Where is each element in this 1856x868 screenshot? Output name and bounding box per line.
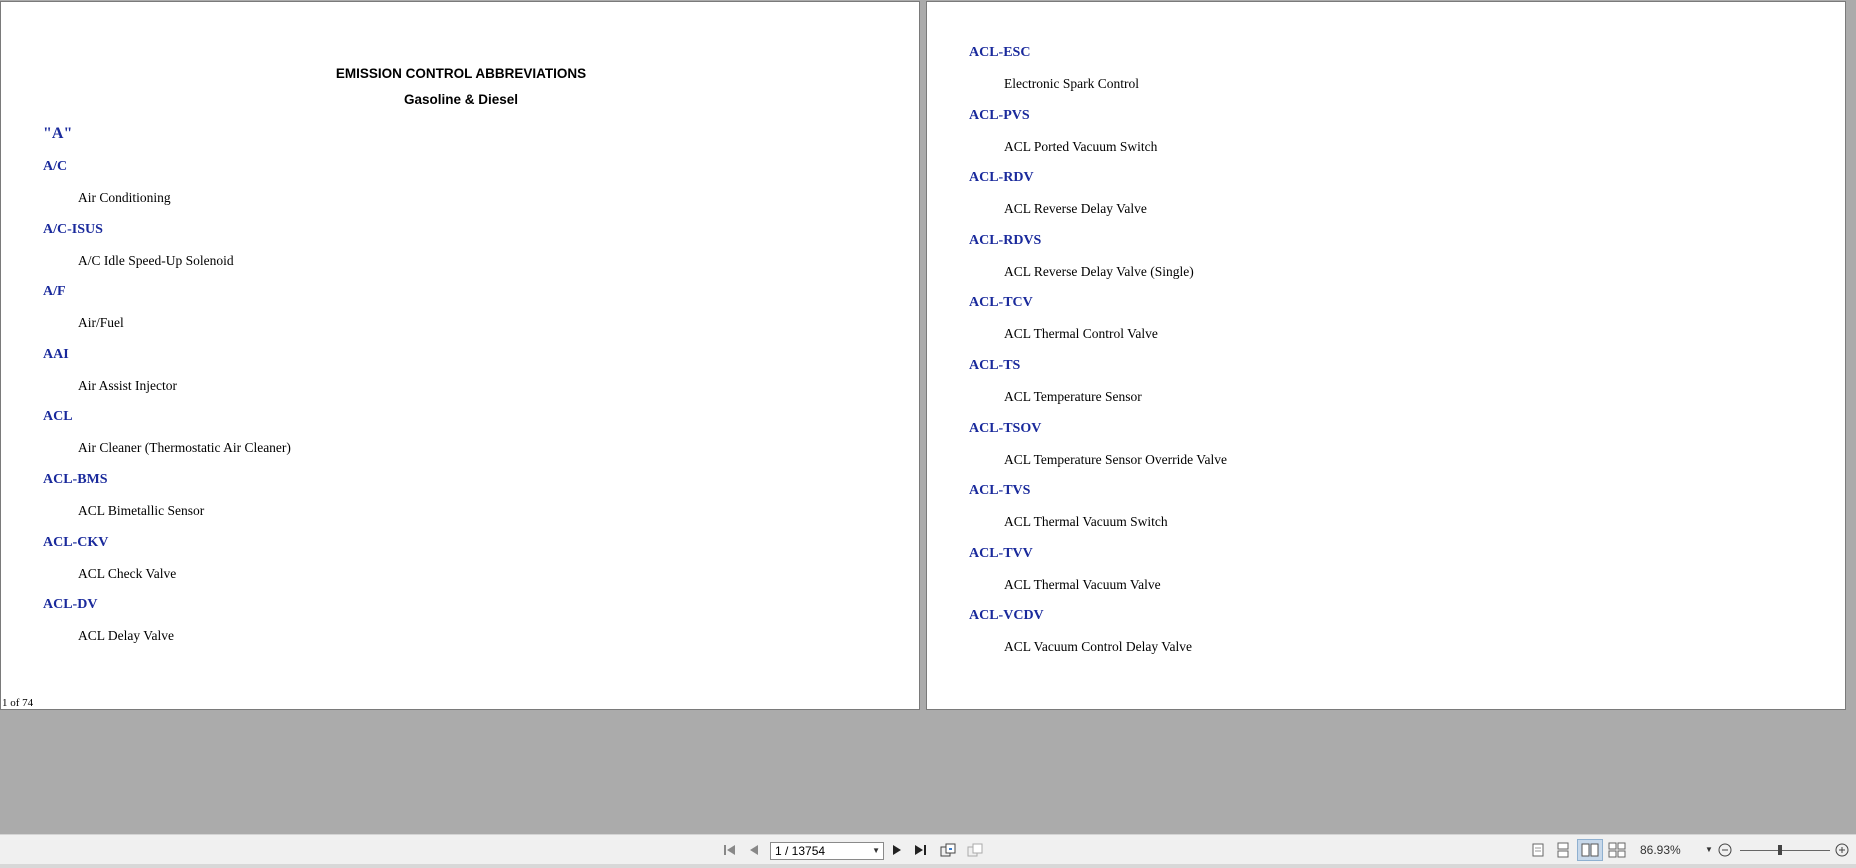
document-viewer[interactable]: EMISSION CONTROL ABBREVIATIONS Gasoline … (0, 0, 1856, 834)
abbreviation-definition: Air Cleaner (Thermostatic Air Cleaner) (78, 440, 291, 456)
navigation-toolbar: 1 / 13754 ▼ 86.93% ▼ (0, 834, 1856, 865)
abbreviation-definition: ACL Ported Vacuum Switch (1004, 138, 1158, 154)
abbreviation-definition: ACL Check Valve (78, 565, 177, 581)
previous-page-icon[interactable] (744, 835, 764, 865)
page-right: ACL-ESC Electronic Spark Control ACL-PVS AC… (926, 1, 1846, 710)
abbreviation-definition: Electronic Spark Control (1004, 76, 1139, 91)
abbreviation-term: ACL-PVS (969, 107, 1030, 123)
single-page-icon[interactable] (1527, 835, 1549, 865)
abbreviation-term: ACL-VCDV (969, 608, 1044, 624)
document-subtitle: Gasoline & Diesel (403, 92, 519, 107)
zoom-dropdown-icon[interactable]: ▼ (1705, 835, 1713, 865)
abbreviation-definition: ACL Vacuum Control Delay Valve (1004, 639, 1192, 655)
abbreviation-definition: ACL Reverse Delay Valve (1004, 201, 1147, 217)
page-indicator: 1 / 13754 (775, 844, 826, 858)
abbreviation-definition: ACL Thermal Control Valve (1004, 326, 1158, 342)
previous-view-icon[interactable] (937, 835, 959, 865)
abbreviation-term: ACL-RDVS (969, 232, 1042, 248)
facing-icon[interactable] (1577, 839, 1603, 861)
abbreviation-term: ACL-RDV (969, 170, 1034, 186)
abbreviation-term: ACL-ESC (969, 45, 1031, 60)
next-view-icon[interactable] (964, 835, 986, 865)
last-page-icon[interactable] (911, 835, 931, 865)
abbreviation-definition: ACL Delay Valve (78, 628, 174, 644)
abbreviation-term: ACL-TCV (969, 295, 1033, 311)
abbreviation-term: AAI (43, 346, 69, 362)
abbreviation-term: ACL-TVV (969, 545, 1033, 561)
abbreviation-term: ACL-TSOV (969, 420, 1042, 436)
page-number-input[interactable]: 1 / 13754 ▼ (770, 842, 884, 860)
zoom-slider-track[interactable] (1740, 850, 1830, 851)
abbreviation-definition: ACL Temperature Sensor Override Valve (1004, 451, 1227, 467)
abbreviation-term: ACL-TS (969, 358, 1021, 373)
page-footer: 1 of 74 (2, 697, 34, 709)
abbreviation-term: A/F (43, 284, 66, 300)
abbreviation-definition: ACL Bimetallic Sensor (78, 503, 205, 518)
window-bottom-edge (0, 864, 1856, 868)
abbreviation-term: ACL-CKV (43, 534, 109, 550)
abbreviation-definition: ACL Thermal Vacuum Switch (1004, 514, 1168, 530)
abbreviation-definition: ACL Reverse Delay Valve (Single) (1004, 263, 1194, 279)
abbreviation-definition: A/C Idle Speed-Up Solenoid (78, 252, 234, 268)
page-left: EMISSION CONTROL ABBREVIATIONS Gasoline … (0, 1, 920, 710)
abbreviation-term: ACL-BMS (43, 472, 108, 487)
next-page-icon[interactable] (887, 835, 907, 865)
abbreviation-term: A/C-ISUS (43, 221, 103, 237)
first-page-icon[interactable] (720, 835, 740, 865)
abbreviation-definition: ACL Thermal Vacuum Valve (1004, 576, 1161, 592)
abbreviation-definition: Air/Fuel (78, 315, 124, 331)
abbreviation-term: ACL-TVS (969, 483, 1031, 499)
chevron-down-icon[interactable]: ▼ (872, 843, 880, 859)
abbreviation-definition: Air Assist Injector (78, 377, 177, 393)
continuous-facing-icon[interactable] (1606, 835, 1628, 865)
section-letter: "A" (43, 125, 73, 142)
document-title: EMISSION CONTROL ABBREVIATIONS (335, 66, 587, 81)
abbreviation-term: ACL (43, 409, 73, 425)
abbreviation-term: A/C (43, 159, 68, 174)
abbreviation-definition: Air Conditioning (78, 190, 171, 205)
zoom-out-icon[interactable] (1715, 835, 1735, 865)
abbreviation-term: ACL-DV (43, 597, 98, 613)
zoom-slider-thumb[interactable] (1778, 845, 1782, 855)
abbreviation-definition: ACL Temperature Sensor (1004, 389, 1142, 404)
zoom-level[interactable]: 86.93% (1640, 835, 1681, 865)
continuous-icon[interactable] (1552, 835, 1574, 865)
zoom-in-icon[interactable] (1832, 835, 1852, 865)
